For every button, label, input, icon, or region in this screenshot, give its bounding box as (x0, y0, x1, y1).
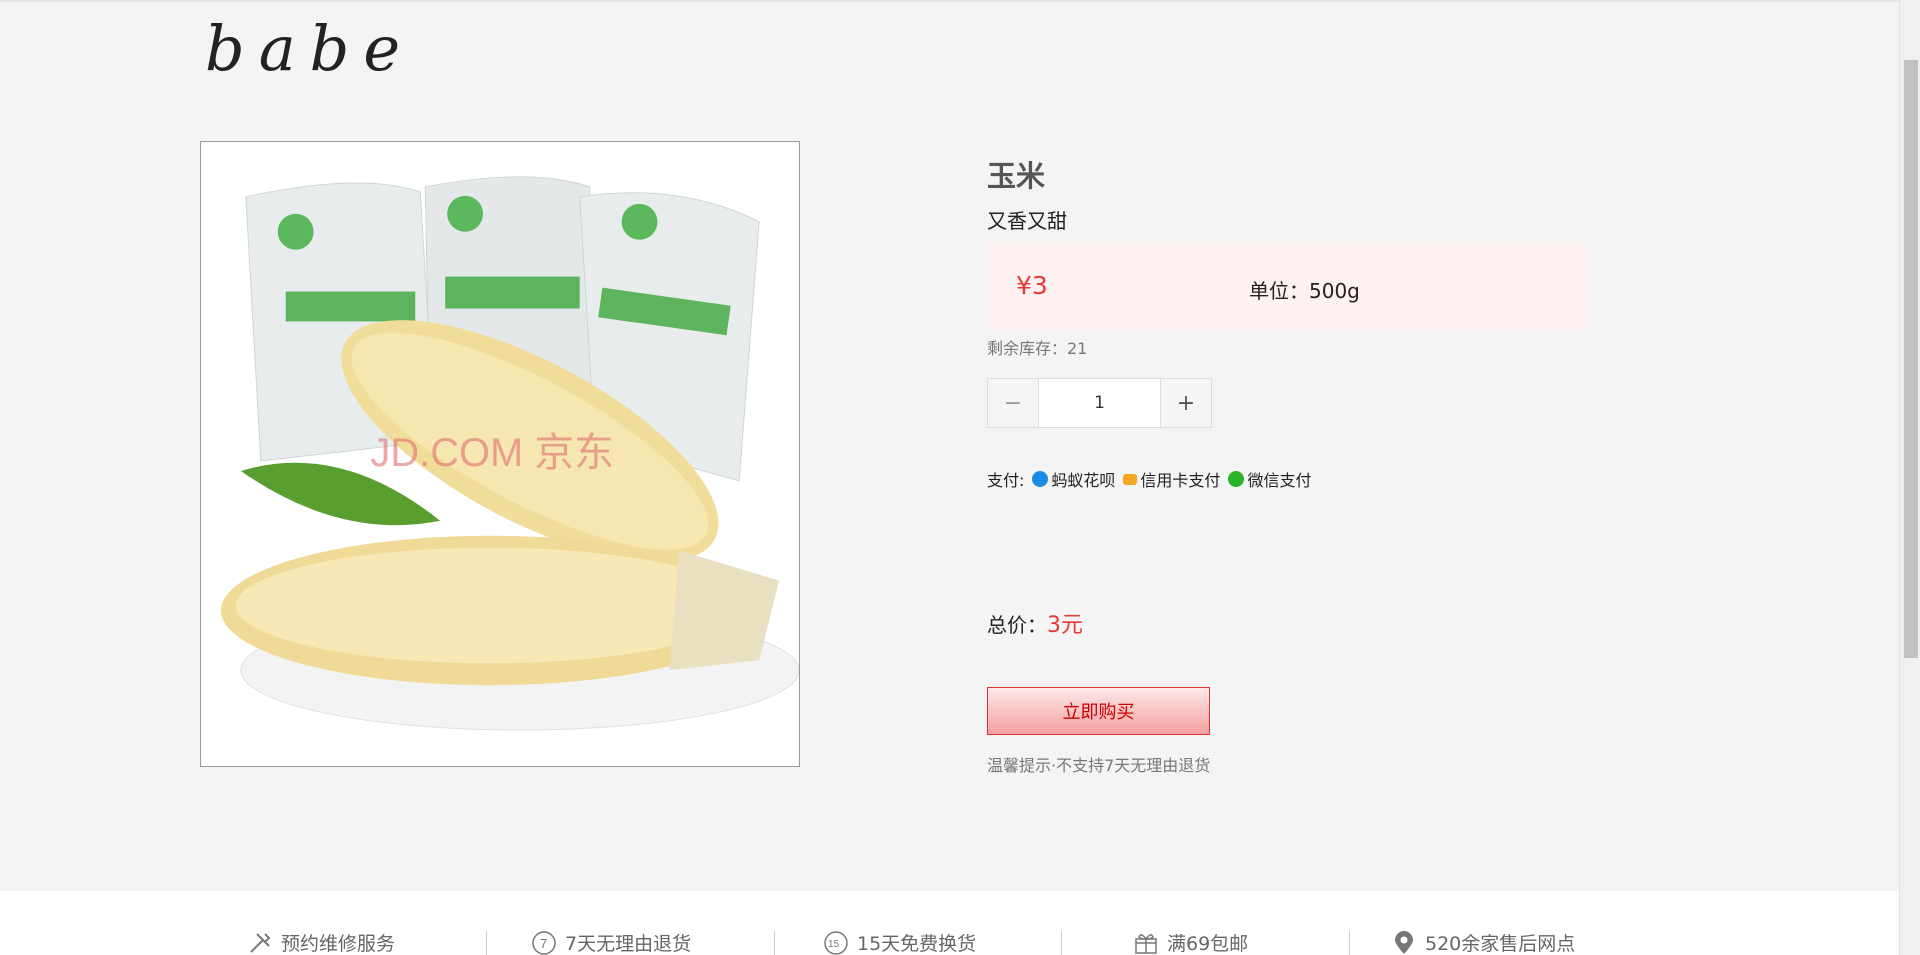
ant-huabei-icon (1032, 471, 1049, 487)
credit-card-icon (1123, 473, 1138, 485)
service-exchange-label: 15天免费换货 (857, 933, 977, 955)
product-unit: 单位：500g (1249, 279, 1360, 303)
payment-huabei-label: 蚂蚁花呗 (1051, 471, 1116, 490)
corn-product-image: JD.COM 京东 (201, 142, 799, 766)
product-title: 玉米 (987, 159, 1046, 193)
service-locations-label: 520余家售后网点 (1425, 933, 1576, 955)
service-exchange[interactable]: 15 15天免费换货 (823, 929, 976, 955)
service-repair-label: 预约维修服务 (281, 933, 396, 955)
service-footer: 预约维修服务 7 7天无理由退货 15 15天免费换货 满69包邮 520余家售… (0, 891, 1899, 955)
payment-label: 支付: (987, 471, 1025, 490)
repair-tools-icon (250, 932, 271, 953)
service-return[interactable]: 7 7天无理由退货 (531, 929, 691, 955)
stock-remaining: 剩余库存：21 (987, 339, 1088, 358)
service-free-shipping-label: 满69包邮 (1167, 933, 1249, 955)
svg-text:JD.COM 京东: JD.COM 京东 (370, 431, 614, 475)
decrease-button[interactable]: − (988, 379, 1038, 427)
service-locations[interactable]: 520余家售后网点 (1391, 929, 1575, 955)
gift-icon (1135, 933, 1157, 954)
page-scrollbar[interactable] (1899, 0, 1920, 955)
product-price: ¥3 (1016, 271, 1048, 300)
service-repair[interactable]: 预约维修服务 (247, 929, 395, 955)
payment-credit-card[interactable]: 信用卡支付 (1123, 467, 1220, 491)
payment-wechat-label: 微信支付 (1247, 471, 1312, 490)
payment-methods: 支付: 蚂蚁花呗 信用卡支付 微信支付 (987, 467, 1311, 491)
service-return-label: 7天无理由退货 (565, 933, 692, 955)
site-logo[interactable]: babe (205, 12, 414, 85)
payment-huabei[interactable]: 蚂蚁花呗 (1032, 467, 1115, 491)
top-divider (0, 0, 1899, 2)
product-image: JD.COM 京东 (200, 141, 800, 767)
total-price: 总价：3元 (987, 607, 1083, 639)
payment-credit-card-label: 信用卡支付 (1140, 471, 1221, 490)
exchange-15-icon: 15 (824, 930, 848, 955)
scrollbar-thumb[interactable] (1904, 60, 1918, 658)
increase-button[interactable]: + (1161, 379, 1211, 427)
footer-divider (1061, 931, 1062, 955)
quantity-stepper: − 1 + (987, 378, 1212, 428)
svg-text:15: 15 (828, 939, 840, 950)
service-free-shipping[interactable]: 满69包邮 (1133, 929, 1248, 955)
buy-now-button[interactable]: 立即购买 (987, 687, 1210, 735)
return-7-icon: 7 (532, 930, 556, 955)
footer-divider (486, 931, 487, 955)
payment-wechat[interactable]: 微信支付 (1228, 467, 1311, 491)
svg-text:7: 7 (540, 936, 547, 951)
quantity-input[interactable]: 1 (1038, 379, 1161, 427)
location-pin-icon (1395, 930, 1413, 954)
footer-divider (774, 931, 775, 955)
footer-divider (1349, 931, 1350, 955)
total-label: 总价： (987, 613, 1047, 637)
return-tip: 温馨提示·不支持7天无理由退货 (987, 756, 1211, 775)
product-subtitle: 又香又甜 (987, 209, 1067, 233)
total-value: 3元 (1047, 613, 1083, 638)
price-box: ¥3 单位：500g (987, 243, 1587, 331)
wechat-pay-icon (1228, 471, 1245, 487)
